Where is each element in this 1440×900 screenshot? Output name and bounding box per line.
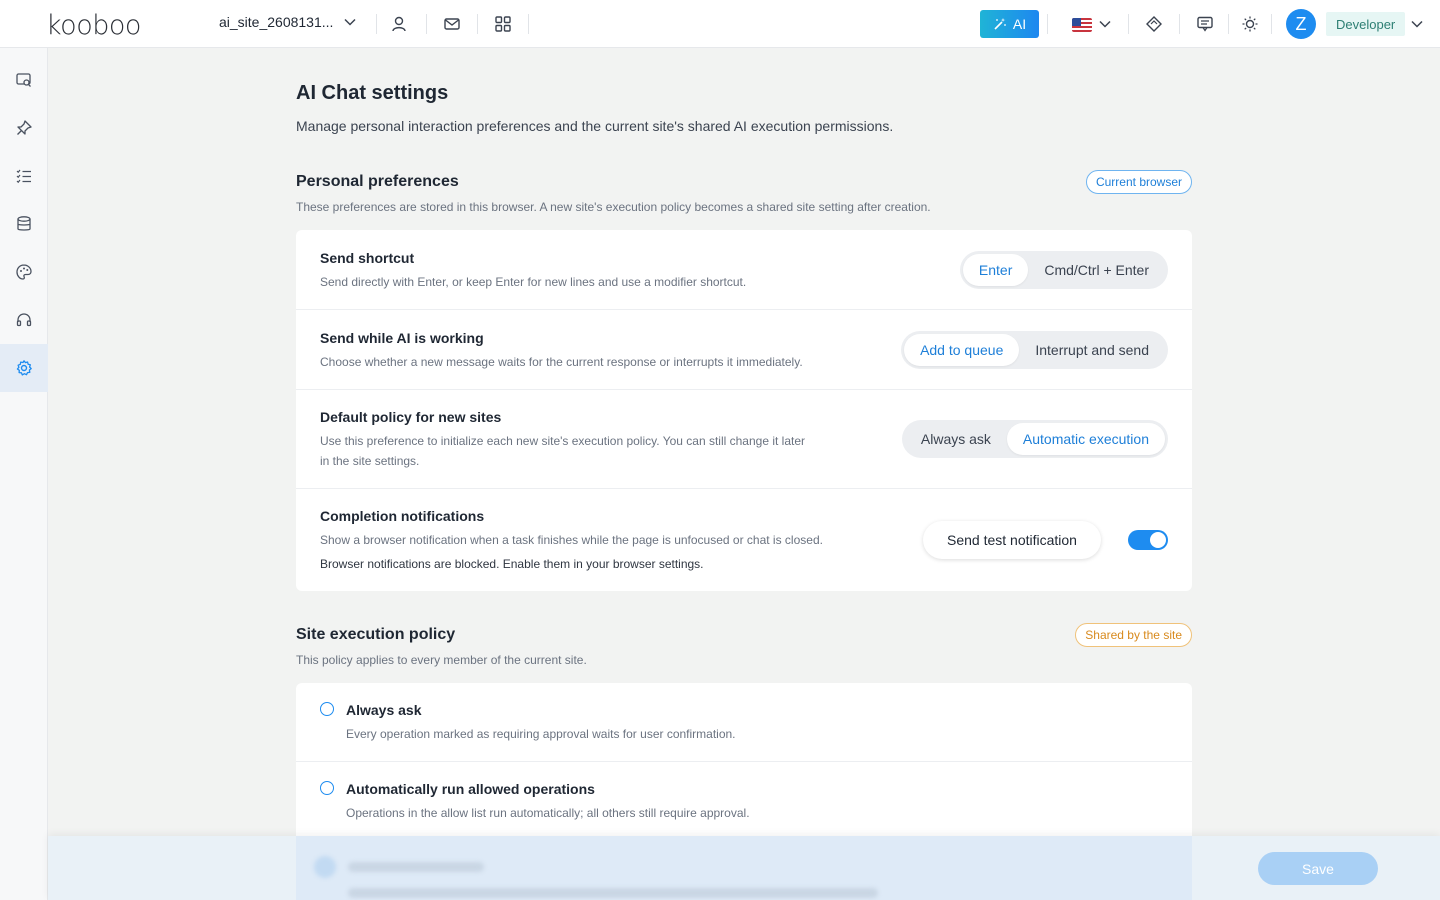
divider xyxy=(1228,14,1229,34)
save-bar: Save xyxy=(48,836,1440,900)
site-policy-title: Site execution policy xyxy=(296,626,456,643)
default-policy-title: Default policy for new sites xyxy=(320,409,502,425)
role-badge[interactable]: Developer xyxy=(1326,12,1406,36)
mail-icon[interactable] xyxy=(442,14,462,34)
ai-button[interactable]: AI xyxy=(980,10,1039,38)
divider xyxy=(528,14,529,34)
policy-option-description: Operations in the allow list run automat… xyxy=(346,806,750,820)
shortcut-option-enter[interactable]: Enter xyxy=(962,254,1029,286)
policy-option-always-ask[interactable]: Always ask Every operation marked as req… xyxy=(296,683,1192,762)
send-shortcut-description: Send directly with Enter, or keep Enter … xyxy=(320,275,747,289)
shortcut-option-cmd-enter[interactable]: Cmd/Ctrl + Enter xyxy=(1028,254,1165,286)
notifications-switch[interactable] xyxy=(1128,530,1168,550)
shared-by-site-badge: Shared by the site xyxy=(1075,623,1192,647)
divider xyxy=(1271,14,1272,34)
sidebar-item-design[interactable] xyxy=(0,248,48,296)
send-shortcut-title: Send shortcut xyxy=(320,250,415,266)
blurred-text xyxy=(348,862,484,872)
personal-preferences-description: These preferences are stored in this bro… xyxy=(296,200,931,214)
radio-always-ask[interactable] xyxy=(320,702,334,716)
palette-icon xyxy=(16,264,32,280)
site-policy-description: This policy applies to every member of t… xyxy=(296,653,587,667)
policy-option-title: Automatically run allowed operations xyxy=(346,781,595,797)
sidebar-item-settings[interactable] xyxy=(0,344,48,392)
personal-preferences-card: Send shortcut Send directly with Enter, … xyxy=(296,230,1192,591)
send-shortcut-row: Send shortcut Send directly with Enter, … xyxy=(296,230,1192,310)
default-policy-toggle: Always ask Automatic execution xyxy=(901,420,1168,458)
us-flag-icon[interactable] xyxy=(1072,18,1092,32)
blurred-text xyxy=(348,888,878,898)
policy-option-title: Always ask xyxy=(346,702,422,718)
top-bar: kooboo ai_site_2608131... AI Z Developer xyxy=(0,0,1440,48)
radio-auto-run[interactable] xyxy=(320,781,334,795)
policy-option-auto-run[interactable]: Automatically run allowed operations Ope… xyxy=(296,762,1192,842)
send-while-working-row: Send while AI is working Choose whether … xyxy=(296,310,1192,390)
option-interrupt-and-send[interactable]: Interrupt and send xyxy=(1019,334,1165,366)
kooboo-logo[interactable]: kooboo xyxy=(46,10,141,41)
save-button[interactable]: Save xyxy=(1258,852,1378,885)
completion-notifications-row: Completion notifications Show a browser … xyxy=(296,489,1192,591)
ai-label: AI xyxy=(1012,16,1027,32)
sun-icon[interactable] xyxy=(1240,14,1260,34)
policy-option-description: Every operation marked as requiring appr… xyxy=(346,727,736,741)
send-test-notification-button[interactable]: Send test notification xyxy=(923,521,1101,559)
page-title: AI Chat settings xyxy=(296,82,449,104)
default-policy-description-line2: in the site settings. xyxy=(320,454,420,468)
current-browser-badge: Current browser xyxy=(1085,170,1192,194)
personal-preferences-title: Personal preferences xyxy=(296,173,459,190)
database-icon xyxy=(17,216,31,231)
send-while-working-description: Choose whether a new message waits for t… xyxy=(320,355,803,369)
magic-wand-icon xyxy=(994,18,1006,30)
chevron-down-icon[interactable] xyxy=(1410,17,1424,31)
divider xyxy=(1179,14,1180,34)
completion-notifications-description: Show a browser notification when a task … xyxy=(320,533,823,547)
sidebar-item-database[interactable] xyxy=(0,200,48,248)
option-automatic-execution[interactable]: Automatic execution xyxy=(1006,423,1165,455)
sidebar-item-preview[interactable] xyxy=(0,56,48,104)
send-while-working-title: Send while AI is working xyxy=(320,330,484,346)
avatar[interactable]: Z xyxy=(1286,9,1316,39)
sidebar xyxy=(0,48,48,900)
sidebar-item-tasks[interactable] xyxy=(0,152,48,200)
site-selector[interactable]: ai_site_2608131... xyxy=(219,14,357,30)
default-policy-description-line1: Use this preference to initialize each n… xyxy=(320,434,806,448)
sidebar-item-pin[interactable] xyxy=(0,104,48,152)
send-while-working-toggle: Add to queue Interrupt and send xyxy=(901,331,1168,369)
user-icon[interactable] xyxy=(390,14,410,34)
send-shortcut-toggle: Enter Cmd/Ctrl + Enter xyxy=(959,251,1168,289)
default-policy-row: Default policy for new sites Use this pr… xyxy=(296,390,1192,489)
page-description: Manage personal interaction preferences … xyxy=(296,118,894,134)
list-check-icon xyxy=(16,169,31,184)
divider xyxy=(477,14,478,34)
divider xyxy=(426,14,427,34)
grid-icon[interactable] xyxy=(493,14,513,34)
option-add-to-queue[interactable]: Add to queue xyxy=(904,334,1020,366)
divider xyxy=(376,14,377,34)
monitor-search-icon xyxy=(16,73,31,87)
gear-icon xyxy=(16,360,32,376)
divider xyxy=(1128,14,1129,34)
chevron-down-icon xyxy=(344,18,356,26)
headset-icon xyxy=(16,313,32,327)
notifications-blocked-note: Browser notifications are blocked. Enabl… xyxy=(320,557,704,571)
chevron-down-icon[interactable] xyxy=(1098,17,1112,31)
site-name: ai_site_2608131... xyxy=(219,14,334,30)
completion-notifications-title: Completion notifications xyxy=(320,508,485,524)
option-always-ask[interactable]: Always ask xyxy=(905,423,1007,455)
pin-icon xyxy=(17,120,32,135)
sidebar-item-support[interactable] xyxy=(0,296,48,344)
message-icon[interactable] xyxy=(1195,14,1215,34)
blurred-radio xyxy=(314,856,336,878)
diamond-icon[interactable] xyxy=(1144,14,1164,34)
divider xyxy=(1047,14,1048,34)
